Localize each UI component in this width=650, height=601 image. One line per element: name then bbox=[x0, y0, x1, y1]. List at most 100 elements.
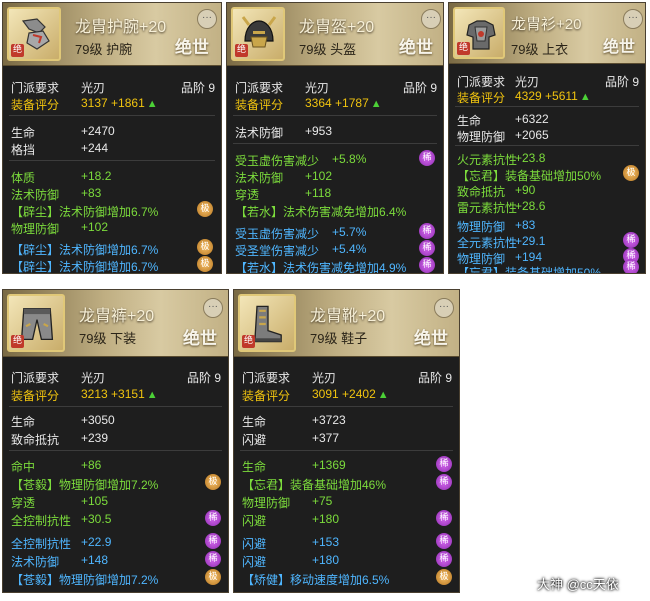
rarity-mark: 绝 bbox=[11, 44, 24, 57]
attr-label: 【辟尘】法术防御增加6.7% bbox=[11, 260, 159, 274]
more-options-button[interactable]: ··· bbox=[434, 298, 454, 318]
attr-label: 受玉虚伤害减少 bbox=[235, 154, 320, 168]
divider bbox=[455, 106, 639, 107]
stat-label: 物理防御 bbox=[457, 130, 506, 144]
attr-value: +28.6 bbox=[515, 199, 546, 213]
rare-badge-icon: 稀 bbox=[419, 240, 435, 256]
attr-label: 致命抵抗 bbox=[457, 185, 506, 199]
rarity-mark: 绝 bbox=[11, 335, 24, 348]
attr-value: +23.8 bbox=[515, 151, 546, 165]
item-level-type: 79级 鞋子 bbox=[310, 331, 368, 346]
attr-value: +102 bbox=[305, 169, 333, 183]
rare-badge-icon: 稀 bbox=[205, 533, 221, 549]
stat-label: 致命抵抗 bbox=[11, 433, 60, 447]
item-grade: 绝世 bbox=[175, 38, 209, 57]
more-options-button[interactable]: ··· bbox=[197, 9, 217, 29]
attr-label: 闪避 bbox=[242, 555, 267, 569]
attr-label: 受玉虚伤害减少 bbox=[235, 227, 320, 241]
score-label: 装备评分 bbox=[11, 98, 60, 112]
item-grade: 绝世 bbox=[414, 329, 448, 348]
sect-label: 门派要求 bbox=[11, 81, 60, 95]
attr-value: +194 bbox=[515, 250, 543, 264]
attr-value: +29.1 bbox=[515, 234, 546, 248]
rare-badge-icon: 稀 bbox=[436, 551, 452, 567]
sect-label: 门派要求 bbox=[11, 371, 60, 385]
tier: 品阶 9 bbox=[181, 81, 216, 95]
stat-label: 格挡 bbox=[11, 143, 36, 157]
attr-label: 【忘君】装备基础增加46% bbox=[242, 478, 387, 492]
item-name: 龙胄盔+20 bbox=[299, 19, 375, 36]
rare-badge-icon: 稀 bbox=[205, 510, 221, 526]
attr-value: +1369 bbox=[312, 458, 346, 472]
attr-label: 【忘君】装备基础增加50% bbox=[457, 169, 602, 183]
item-level-type: 79级 头盔 bbox=[299, 42, 357, 57]
attr-value: +90 bbox=[515, 183, 536, 197]
rare-badge-icon: 稀 bbox=[436, 533, 452, 549]
item-grade: 绝世 bbox=[399, 38, 433, 57]
rare-badge-icon: 稀 bbox=[623, 232, 639, 248]
item-icon[interactable]: 绝 bbox=[453, 7, 505, 59]
score-value: 3137 +1861 ▲ bbox=[81, 96, 158, 110]
stat-value: +244 bbox=[81, 141, 109, 155]
item-icon[interactable]: 绝 bbox=[7, 294, 65, 352]
equipment-card-top: 绝 龙胄衫+20 79级 上衣 绝世 ··· 门派要求 光刃 品阶 9 装备评分… bbox=[448, 2, 646, 274]
up-arrow-icon: ▲ bbox=[146, 98, 158, 110]
attr-value: +75 bbox=[312, 494, 333, 508]
attr-value: +5.4% bbox=[332, 242, 367, 256]
attr-label: 受圣堂伤害减少 bbox=[235, 244, 320, 258]
attr-label: 【辟尘】法术防御增加6.7% bbox=[11, 243, 159, 257]
attr-label: 法术防御 bbox=[235, 171, 284, 185]
sect-label: 门派要求 bbox=[235, 81, 284, 95]
item-icon[interactable]: 绝 bbox=[231, 7, 285, 61]
equipment-card-bracer: 绝 龙胄护腕+20 79级 护腕 绝世 ··· 门派要求 光刃 品阶 9 装备评… bbox=[2, 2, 222, 274]
rare-badge-icon: 稀 bbox=[623, 259, 639, 273]
tier: 品阶 9 bbox=[187, 371, 222, 385]
extreme-badge-icon: 极 bbox=[623, 165, 639, 181]
divider bbox=[240, 406, 453, 407]
score-label: 装备评分 bbox=[235, 98, 284, 112]
attr-label: 物理防御 bbox=[457, 220, 506, 234]
item-name: 龙胄衫+20 bbox=[511, 16, 582, 33]
stat-label: 闪避 bbox=[242, 433, 267, 447]
score-value: 4329 +5611 ▲ bbox=[515, 89, 591, 103]
more-options-button[interactable]: ··· bbox=[623, 9, 643, 29]
item-grade: 绝世 bbox=[183, 329, 217, 348]
attr-label: 闪避 bbox=[242, 514, 267, 528]
attr-value: +83 bbox=[515, 218, 536, 232]
attr-label: 生命 bbox=[242, 460, 267, 474]
rarity-mark: 绝 bbox=[242, 335, 255, 348]
rare-badge-icon: 稀 bbox=[419, 257, 435, 273]
divider bbox=[233, 143, 437, 144]
more-options-button[interactable]: ··· bbox=[203, 298, 223, 318]
attr-label: 穿透 bbox=[235, 188, 260, 202]
item-grade: 绝世 bbox=[603, 39, 636, 56]
attr-label: 法术防御 bbox=[11, 188, 60, 202]
card-header: 绝 龙胄靴+20 79级 鞋子 绝世 ··· bbox=[234, 290, 459, 357]
item-icon[interactable]: 绝 bbox=[238, 294, 296, 352]
extreme-badge-icon: 极 bbox=[205, 474, 221, 490]
score-value: 3364 +1787 ▲ bbox=[305, 96, 382, 110]
card-header: 绝 龙胄裤+20 79级 下装 绝世 ··· bbox=[3, 290, 228, 357]
stat-label: 生命 bbox=[11, 126, 36, 140]
attr-value: +5.8% bbox=[332, 152, 367, 166]
item-icon[interactable]: 绝 bbox=[7, 7, 61, 61]
sect-value: 光刃 bbox=[312, 371, 337, 385]
stat-label: 法术防御 bbox=[235, 126, 284, 140]
attr-value: +148 bbox=[81, 553, 109, 567]
attr-label: 全控制抗性 bbox=[11, 514, 72, 528]
attr-label: 【忘君】装备基础增加50% bbox=[457, 266, 602, 274]
more-options-button[interactable]: ··· bbox=[421, 9, 441, 29]
sect-value: 光刃 bbox=[81, 81, 106, 95]
divider bbox=[455, 145, 639, 146]
attr-label: 法术防御 bbox=[11, 555, 60, 569]
sect-value: 光刃 bbox=[81, 371, 106, 385]
attr-value: +102 bbox=[81, 220, 109, 234]
rare-badge-icon: 稀 bbox=[205, 551, 221, 567]
rare-badge-icon: 稀 bbox=[419, 150, 435, 166]
equipment-card-boots: 绝 龙胄靴+20 79级 鞋子 绝世 ··· 门派要求 光刃 品阶 9 装备评分… bbox=[233, 289, 460, 593]
score-label: 装备评分 bbox=[242, 389, 291, 403]
stat-label: 生命 bbox=[242, 415, 267, 429]
attr-label: 【辟尘】法术防御增加6.7% bbox=[11, 205, 159, 219]
up-arrow-icon: ▲ bbox=[370, 98, 382, 110]
rare-badge-icon: 稀 bbox=[436, 456, 452, 472]
